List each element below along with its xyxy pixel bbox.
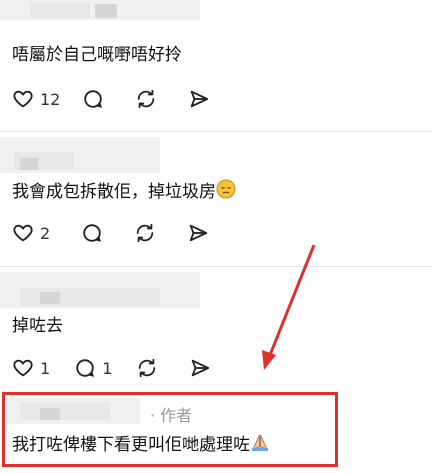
blurred-username [30,2,90,18]
like-count: 12 [40,89,61,109]
repost-button[interactable] [135,88,157,110]
like-count: 1 [40,358,51,378]
reply-button[interactable]: 1 [74,357,112,379]
send-icon [192,359,210,377]
comment-bubble-icon [84,90,103,108]
send-icon [191,90,209,108]
share-button[interactable] [189,357,211,379]
repost-button[interactable] [134,222,156,244]
like-count: 2 [40,223,51,243]
heart-icon [13,359,33,377]
share-button[interactable] [188,88,210,110]
like-button[interactable]: 1 [12,357,50,379]
comment-actions: 12 [12,87,210,111]
reply-button[interactable] [82,88,104,110]
heart-icon [13,90,33,108]
comment-text: 掉咗去 [12,316,63,336]
comment-text: 唔屬於自己嘅嘢唔好拎 [12,45,182,65]
blurred-username [95,4,117,18]
repost-button[interactable] [136,357,158,379]
heart-icon [13,224,33,242]
comment-bubble-icon [83,224,102,242]
highlight-box [2,392,338,467]
comment-text-content: 我會成包拆散佢，掉垃圾房 [12,182,216,202]
like-button[interactable]: 12 [12,88,60,110]
comment-text: 我會成包拆散佢，掉垃圾房 [12,179,236,205]
blurred-username [20,158,38,170]
comment-actions: 2 [12,221,209,245]
comment-divider [0,131,432,132]
comment-bubble-icon [76,359,95,377]
reply-count: 1 [102,358,113,378]
send-icon [189,224,208,242]
pensive-emoji-icon [216,179,236,205]
blurred-username [40,292,60,304]
comment-divider [0,266,432,267]
share-button[interactable] [187,222,209,244]
reply-button[interactable] [81,222,103,244]
repost-icon [139,358,156,378]
like-button[interactable]: 2 [12,222,50,244]
comment-actions: 1 1 [12,356,211,380]
repost-icon [138,89,155,109]
repost-icon [136,223,154,243]
